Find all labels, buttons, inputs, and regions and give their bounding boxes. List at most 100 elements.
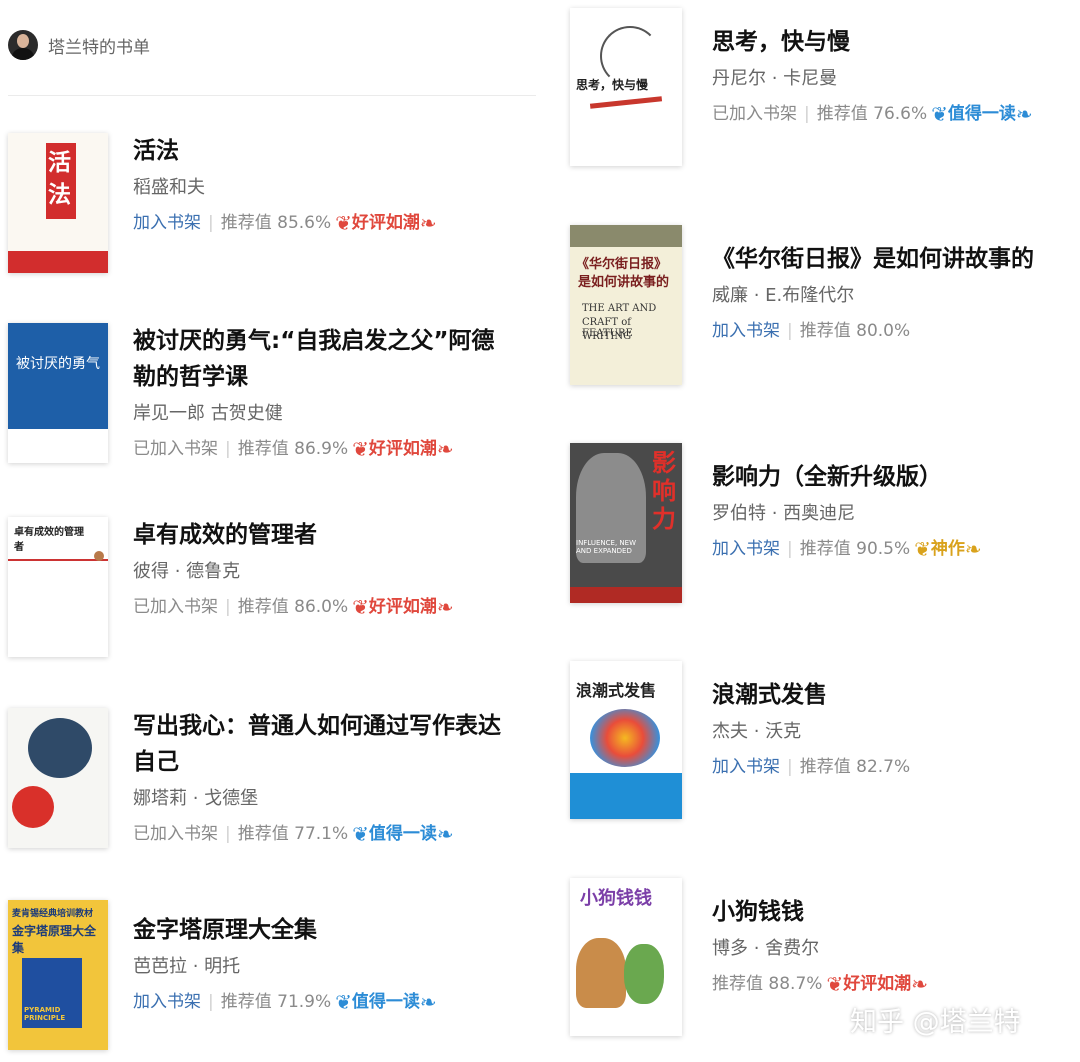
recommend-label: 推荐值 — [220, 213, 272, 233]
book-title[interactable]: 小狗钱钱 — [712, 894, 928, 930]
book-card[interactable]: 被讨厌的勇气 被讨厌的勇气:“自我启发之父”阿德勒的哲学课 岸见一郎 古贺史健 … — [8, 323, 513, 465]
zhihu-watermark: 知乎 @塔兰特 — [850, 1007, 1021, 1038]
book-cover-pyramid[interactable]: 麦肯锡经典培训教材 金字塔原理大全集 PYRAMID PRINCIPLE — [8, 900, 108, 1050]
rating-badge: ❦ 好评如潮 ❧ — [826, 968, 928, 1000]
book-cover-influence[interactable]: 影响力 INFLUENCE, NEW AND EXPANDED — [570, 443, 682, 603]
rating-badge: ❦ 值得一读 ❧ — [931, 98, 1033, 130]
book-title[interactable]: 思考，快与慢 — [712, 24, 1033, 60]
book-cover-courage[interactable]: 被讨厌的勇气 — [8, 323, 108, 463]
book-title[interactable]: 影响力（全新升级版） — [712, 459, 982, 495]
laurel-icon: ❧ — [911, 972, 928, 996]
book-author[interactable]: 博多 · 舍费尔 — [712, 932, 928, 966]
recommend-score: 82.7% — [856, 757, 911, 777]
book-author[interactable]: 芭芭拉 · 明托 — [133, 950, 437, 984]
laurel-icon: ❦ — [931, 102, 948, 126]
book-cover-thinking[interactable]: 思考，快与慢 — [570, 8, 682, 166]
add-to-shelf-button[interactable]: 加入书架 — [133, 207, 201, 239]
add-to-shelf-button[interactable]: 加入书架 — [712, 315, 780, 347]
recommend-score: 76.6% — [873, 104, 928, 124]
laurel-icon: ❦ — [335, 990, 352, 1014]
book-card[interactable]: 卓有成效的管理者 卓有成效的管理者 彼得 · 德鲁克 已加入书架 | 推荐值 8… — [8, 517, 454, 657]
cover-english-title: WRITING — [582, 331, 632, 342]
cover-title: 小狗钱钱 — [580, 888, 652, 909]
laurel-icon: ❦ — [352, 595, 369, 619]
book-author[interactable]: 彼得 · 德鲁克 — [133, 555, 454, 589]
cover-title: 被讨厌的勇气 — [16, 356, 100, 372]
book-cover-huofa[interactable]: 活法 — [8, 133, 108, 273]
cover-english-title: INFLUENCE, NEW AND EXPANDED — [576, 539, 637, 555]
book-cover-writing[interactable] — [8, 708, 108, 848]
laurel-icon: ❧ — [436, 595, 454, 619]
book-card[interactable]: 写出我心：普通人如何通过写作表达自己 娜塔莉 · 戈德堡 已加入书架 | 推荐值… — [8, 708, 523, 850]
book-title[interactable]: 被讨厌的勇气:“自我启发之父”阿德勒的哲学课 — [133, 323, 513, 395]
book-author[interactable]: 稻盛和夫 — [133, 171, 437, 205]
cover-english-title: THE ART AND — [582, 303, 657, 314]
separator: | — [804, 104, 810, 124]
book-author[interactable]: 罗伯特 · 西奥迪尼 — [712, 497, 982, 531]
laurel-icon: ❧ — [964, 537, 982, 561]
book-card[interactable]: 影响力 INFLUENCE, NEW AND EXPANDED 影响力（全新升级… — [570, 443, 982, 603]
booklist-header: 塔兰特的书单 — [8, 30, 150, 60]
add-to-shelf-button[interactable]: 已加入书架 — [133, 818, 218, 850]
cover-english-title: PYRAMID PRINCIPLE — [24, 1006, 66, 1022]
book-title[interactable]: 浪潮式发售 — [712, 677, 910, 713]
separator: | — [208, 992, 214, 1012]
book-cover-launch[interactable]: 浪潮式发售 — [570, 661, 682, 819]
separator: | — [208, 213, 214, 233]
book-cover-puppy[interactable]: 小狗钱钱 — [570, 878, 682, 1036]
book-author[interactable]: 岸见一郎 古贺史健 — [133, 397, 513, 431]
avatar[interactable] — [8, 30, 38, 60]
separator: | — [787, 757, 793, 777]
book-title[interactable]: 活法 — [133, 133, 437, 169]
book-card[interactable]: 麦肯锡经典培训教材 金字塔原理大全集 PYRAMID PRINCIPLE 金字塔… — [8, 900, 437, 1050]
add-to-shelf-button[interactable]: 加入书架 — [133, 986, 201, 1018]
recommend-score: 71.9% — [277, 992, 332, 1012]
laurel-icon: ❧ — [419, 211, 437, 235]
laurel-icon: ❦ — [352, 822, 369, 846]
add-to-shelf-button[interactable]: 已加入书架 — [133, 591, 218, 623]
laurel-icon: ❧ — [1015, 102, 1033, 126]
add-to-shelf-button[interactable]: 加入书架 — [712, 533, 780, 565]
recommend-label: 推荐值 — [799, 321, 851, 341]
laurel-icon: ❦ — [352, 437, 369, 461]
add-to-shelf-button[interactable]: 已加入书架 — [133, 433, 218, 465]
recommend-label: 推荐值 — [712, 974, 763, 994]
cover-title: 《华尔街日报》 — [576, 257, 668, 272]
cover-title: 影响力 — [652, 449, 676, 533]
book-title[interactable]: 卓有成效的管理者 — [133, 517, 454, 553]
book-card[interactable]: 浪潮式发售 浪潮式发售 杰夫 · 沃克 加入书架 | 推荐值 82.7% — [570, 661, 910, 819]
cover-title: 卓有成效的管理者 — [14, 527, 84, 553]
recommend-score: 86.9% — [294, 439, 349, 459]
book-author[interactable]: 威廉 · E.布隆代尔 — [712, 279, 1034, 313]
rating-badge: ❦ 好评如潮 ❧ — [352, 591, 454, 623]
recommend-label: 推荐值 — [237, 439, 289, 459]
cover-title: 浪潮式发售 — [576, 681, 657, 700]
laurel-icon: ❦ — [914, 537, 931, 561]
book-title[interactable]: 《华尔街日报》是如何讲故事的 — [712, 241, 1034, 277]
book-author[interactable]: 娜塔莉 · 戈德堡 — [133, 782, 523, 816]
add-to-shelf-button[interactable]: 加入书架 — [712, 751, 780, 783]
book-card[interactable]: 活法 活法 稻盛和夫 加入书架 | 推荐值 85.6% ❦ 好评如潮 ❧ — [8, 133, 437, 273]
rating-badge: ❦ 好评如潮 ❧ — [352, 433, 454, 465]
recommend-label: 推荐值 — [816, 104, 868, 124]
recommend-score: 77.1% — [294, 824, 349, 844]
book-title[interactable]: 写出我心：普通人如何通过写作表达自己 — [133, 708, 523, 780]
book-title[interactable]: 金字塔原理大全集 — [133, 912, 437, 948]
recommend-label: 推荐值 — [799, 539, 851, 559]
recommend-label: 推荐值 — [237, 597, 289, 617]
book-author[interactable]: 杰夫 · 沃克 — [712, 715, 910, 749]
cover-title: 金字塔原理大全集 — [12, 924, 97, 955]
book-card[interactable]: 《华尔街日报》 是如何讲故事的 THE ART AND CRAFT of FEA… — [570, 225, 1034, 385]
book-cover-wsj[interactable]: 《华尔街日报》 是如何讲故事的 THE ART AND CRAFT of FEA… — [570, 225, 682, 385]
book-cover-executive[interactable]: 卓有成效的管理者 — [8, 517, 108, 657]
laurel-icon: ❦ — [826, 972, 844, 996]
add-to-shelf-button[interactable]: 已加入书架 — [712, 98, 797, 130]
separator: | — [225, 439, 231, 459]
book-card[interactable]: 思考，快与慢 思考，快与慢 丹尼尔 · 卡尼曼 已加入书架 | 推荐值 76.6… — [570, 8, 1033, 166]
divider — [8, 95, 536, 96]
laurel-icon: ❦ — [335, 211, 352, 235]
recommend-score: 85.6% — [277, 213, 332, 233]
laurel-icon: ❧ — [436, 822, 454, 846]
book-author[interactable]: 丹尼尔 · 卡尼曼 — [712, 62, 1033, 96]
separator: | — [225, 597, 231, 617]
